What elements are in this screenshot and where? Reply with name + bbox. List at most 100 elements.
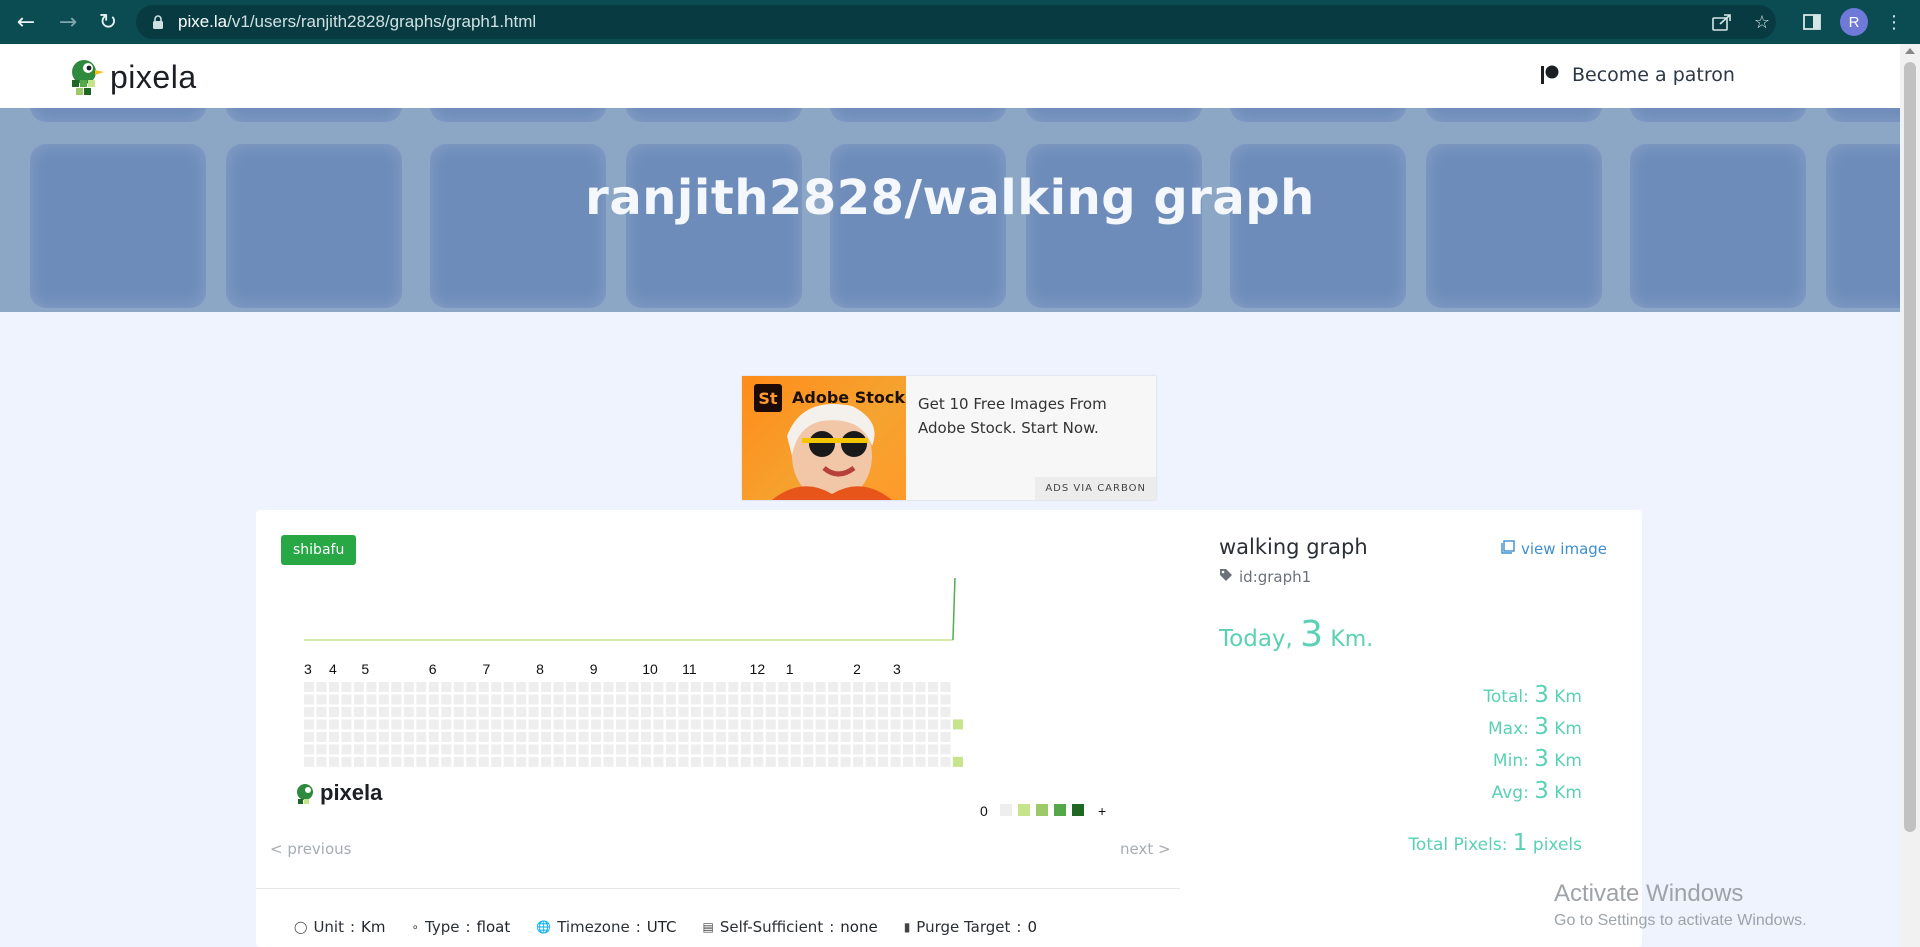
pixel-cell	[316, 731, 327, 742]
footer-logo-text: pixela	[320, 780, 383, 805]
pixel-cell	[616, 719, 626, 730]
pixel-cell	[703, 744, 714, 755]
pixel-cell	[765, 706, 776, 717]
pixel-cell	[553, 694, 564, 705]
back-arrow-icon[interactable]: ←	[12, 8, 40, 36]
ads-via-carbon[interactable]: ADS VIA CARBON	[1035, 477, 1156, 500]
menu-kebab-icon[interactable]: ⋮	[1882, 10, 1906, 34]
pixel-cell	[840, 694, 851, 705]
legend-swatch	[1072, 804, 1084, 816]
meta-purge-target: ▮ Purge Target: 0	[903, 918, 1038, 936]
legend-swatch	[1018, 804, 1030, 816]
pixel-cell	[541, 694, 552, 705]
pixel-cell	[628, 706, 639, 717]
pixel-cell	[591, 756, 602, 767]
view-image-link[interactable]: view image	[1501, 540, 1607, 558]
pixel-cell	[541, 719, 552, 730]
forward-arrow-icon[interactable]: →	[54, 8, 82, 36]
pixel-cell	[703, 719, 714, 730]
pixel-cell	[304, 719, 314, 730]
pixela-logo[interactable]: pixela	[68, 58, 197, 96]
pixel-cell	[378, 731, 389, 742]
pixel-cell	[578, 706, 589, 717]
pixel-cell	[828, 682, 839, 692]
pixel-cell	[428, 731, 439, 742]
pixel-cell	[416, 706, 427, 717]
pixel-cell	[353, 756, 364, 767]
pixel-cell	[815, 706, 826, 717]
previous-link[interactable]: < previous	[270, 840, 351, 858]
hero-tile	[626, 144, 802, 308]
hero-tile	[1630, 144, 1806, 308]
pixel-cell	[903, 694, 914, 705]
pixel-cell	[715, 744, 726, 755]
share-icon[interactable]	[1710, 10, 1734, 34]
graph-meta: ◯ Unit: Km ∘ Type: float 🌐 Timezone: UTC…	[294, 918, 1063, 936]
pixel-cell	[915, 682, 926, 692]
pixel-cell	[665, 682, 676, 692]
reload-icon[interactable]: ↻	[94, 8, 122, 36]
become-patron-link[interactable]: Become a patron	[1540, 64, 1735, 86]
scroll-up-arrow-icon[interactable]	[1905, 48, 1915, 54]
pixel-cell	[753, 694, 764, 705]
legend-max: +	[1098, 803, 1106, 819]
today-value: Today, 3 Km.	[1219, 614, 1374, 655]
pixel-cell	[591, 731, 602, 742]
pixel-cell	[728, 731, 739, 742]
pixel-cell	[553, 731, 564, 742]
pixel-cell	[478, 682, 489, 692]
pixel-cell	[428, 719, 439, 730]
pixel-cell	[366, 706, 377, 717]
side-panel-icon[interactable]	[1800, 10, 1824, 34]
pixel-cell	[690, 682, 701, 692]
pixel-cell	[678, 719, 689, 730]
next-link[interactable]: next >	[1120, 840, 1171, 858]
adobe-stock-mark: St	[754, 384, 782, 412]
pixel-cell	[840, 744, 851, 755]
pixel-cell	[553, 706, 564, 717]
pixel-cell	[353, 682, 364, 692]
pixel-cell	[740, 719, 751, 730]
carbon-ad[interactable]: St Adobe Stock Get 10 Free Images From A…	[742, 376, 1156, 500]
pixel-cell	[328, 682, 339, 692]
scroll-thumb[interactable]	[1904, 62, 1916, 832]
pixel-cell	[391, 706, 402, 717]
pixela-bird-eye	[305, 787, 311, 793]
pixel-cell	[441, 756, 452, 767]
pixel-cell	[328, 756, 339, 767]
pixel-cell	[890, 682, 901, 692]
pixel-cell	[778, 706, 789, 717]
type-icon: ∘	[411, 920, 420, 934]
address-bar[interactable]: pixe.la/v1/users/ranjith2828/graphs/grap…	[136, 5, 1776, 39]
pixel-cell	[740, 682, 751, 692]
pixel-cell	[665, 731, 676, 742]
pixel-graph-svg[interactable]: 3 4 5 6 7 8 9 10 11 12 1 2 3pixela0 +	[256, 510, 1196, 830]
pixel-cell	[803, 731, 814, 742]
pixel-cell	[466, 694, 477, 705]
bookmark-star-icon[interactable]: ☆	[1750, 10, 1774, 34]
pixel-cell	[366, 682, 377, 692]
logo-text: pixela	[110, 58, 197, 95]
pixel-cell	[391, 682, 402, 692]
ad-image[interactable]: St Adobe Stock	[742, 376, 906, 500]
pixel-cell	[853, 682, 864, 692]
pixel-cell	[703, 682, 714, 692]
pixel-cell	[703, 756, 714, 767]
hero-tile	[1426, 144, 1602, 308]
pixel-cell	[665, 694, 676, 705]
pixel-cell	[715, 706, 726, 717]
page-scrollbar[interactable]	[1900, 44, 1920, 947]
pixel-cell	[491, 706, 502, 717]
pixel-cell	[940, 719, 951, 730]
pixel-cell	[790, 756, 801, 767]
ad-text[interactable]: Get 10 Free Images From Adobe Stock. Sta…	[918, 392, 1138, 440]
pixel-cell	[678, 731, 689, 742]
pixel-cell	[528, 744, 539, 755]
pixel-cell	[903, 756, 914, 767]
pixel-cell	[778, 756, 789, 767]
pixel-cell	[566, 719, 577, 730]
pixel-cell	[528, 731, 539, 742]
profile-avatar[interactable]: R	[1840, 8, 1868, 36]
pixel-cell	[803, 756, 814, 767]
pixel-cell	[366, 694, 377, 705]
